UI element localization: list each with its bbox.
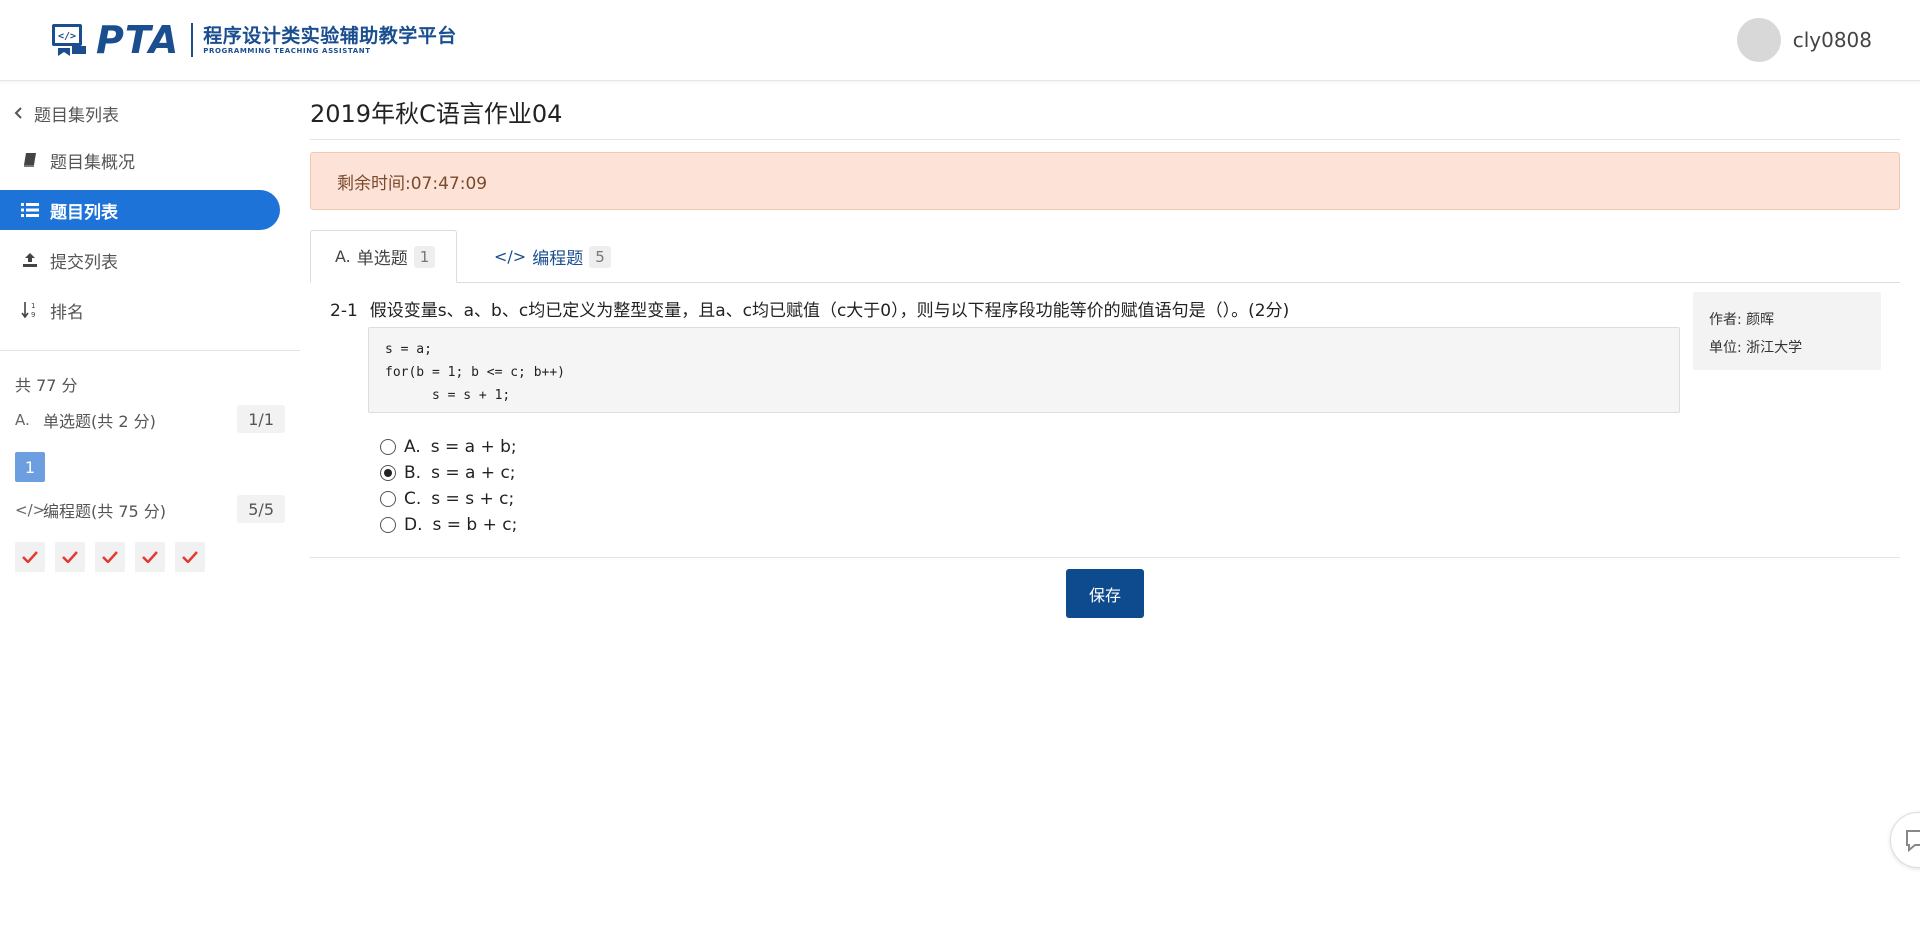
option-letter: D. xyxy=(404,515,423,535)
user-menu[interactable]: cly0808 xyxy=(1736,18,1872,62)
sidebar-item-ranking[interactable]: 1 9 排名 xyxy=(0,290,280,330)
programming-problem-4[interactable] xyxy=(135,542,165,572)
tab-programming[interactable]: </> 编程题 5 xyxy=(480,230,611,283)
logo-wordmark: PTA xyxy=(96,18,180,62)
svg-text:9: 9 xyxy=(31,311,35,319)
code-icon: </> xyxy=(494,247,527,266)
chevron-left-icon xyxy=(14,104,24,123)
logo-divider xyxy=(191,23,194,57)
option-text: s = b + c; xyxy=(432,515,518,535)
single-choice-icon: A. xyxy=(335,247,351,266)
svg-text:1: 1 xyxy=(31,302,35,310)
username[interactable]: cly0808 xyxy=(1793,28,1872,52)
radio-button[interactable] xyxy=(380,491,396,507)
programming-problem-1[interactable] xyxy=(15,542,45,572)
feedback-float-button[interactable] xyxy=(1890,812,1920,868)
category-count: 1/1 xyxy=(237,405,285,433)
author-line: 作者: 颜晖 xyxy=(1709,312,1775,328)
sidebar-item-label: 排名 xyxy=(50,302,84,323)
top-header: </> PTA 程序设计类实验辅助教学平台 PROGRAMMING TEACHI… xyxy=(0,0,1920,81)
back-to-problem-sets[interactable]: 题目集列表 xyxy=(14,98,119,128)
option-c[interactable]: C. s = s + c; xyxy=(380,486,517,512)
logo-subtitle: 程序设计类实验辅助教学平台 PROGRAMMING TEACHING ASSIS… xyxy=(203,25,457,56)
programming-problem-5[interactable] xyxy=(175,542,205,572)
back-label: 题目集列表 xyxy=(34,105,119,126)
sort-icon: 1 9 xyxy=(20,300,40,320)
logo-english-name: PROGRAMMING TEACHING ASSISTANT xyxy=(203,46,371,55)
category-programming: </> 编程题(共 75 分) 5/5 xyxy=(15,495,285,525)
answer-options: A. s = a + b; B. s = a + c; C. s = s + c… xyxy=(380,434,517,538)
question-type-tabs: A. 单选题 1 </> 编程题 5 xyxy=(310,230,1900,283)
radio-button[interactable] xyxy=(380,465,396,481)
upload-icon xyxy=(20,250,40,270)
save-button[interactable]: 保存 xyxy=(1066,569,1144,618)
sidebar-divider xyxy=(0,350,300,351)
option-letter: C. xyxy=(404,489,422,509)
author-info-card: 作者: 颜晖 单位: 浙江大学 xyxy=(1693,292,1881,370)
option-letter: A. xyxy=(404,437,421,457)
page-title: 2019年秋C语言作业04 xyxy=(310,100,563,128)
check-icon xyxy=(102,551,118,563)
question-number: 2-1 xyxy=(330,301,358,321)
sidebar-item-submissions[interactable]: 提交列表 xyxy=(0,240,280,280)
sidebar-item-label: 题目集概况 xyxy=(50,152,135,173)
avatar[interactable] xyxy=(1736,18,1781,62)
option-text: s = a + c; xyxy=(431,463,516,483)
programming-problem-2[interactable] xyxy=(55,542,85,572)
sidebar-item-label: 题目列表 xyxy=(50,202,118,223)
programming-status-list xyxy=(15,542,215,572)
option-text: s = a + b; xyxy=(430,437,517,457)
programming-problem-3[interactable] xyxy=(95,542,125,572)
pta-logo[interactable]: </> PTA 程序设计类实验辅助教学平台 PROGRAMMING TEACHI… xyxy=(50,20,457,60)
list-icon xyxy=(20,200,40,220)
sidebar-item-label: 提交列表 xyxy=(50,252,118,273)
code-monitor-icon: </> xyxy=(50,22,90,58)
content-divider xyxy=(310,557,1900,558)
remaining-time-banner: 剩余时间:07:47:09 xyxy=(310,152,1900,210)
single-choice-icon: A. xyxy=(15,411,30,429)
check-icon xyxy=(142,551,158,563)
category-label: 编程题(共 75 分) xyxy=(43,502,167,521)
tab-badge: 5 xyxy=(589,245,611,268)
check-icon xyxy=(62,551,78,563)
tab-single-choice[interactable]: A. 单选题 1 xyxy=(310,230,457,283)
check-icon xyxy=(22,551,38,563)
total-score: 共 77 分 xyxy=(15,376,78,395)
tab-badge: 1 xyxy=(413,245,436,268)
option-text: s = s + c; xyxy=(431,489,515,509)
unit-line: 单位: 浙江大学 xyxy=(1709,340,1803,356)
radio-button[interactable] xyxy=(380,439,396,455)
category-single-choice: A. 单选题(共 2 分) 1/1 xyxy=(15,405,285,435)
tab-label: 单选题 xyxy=(356,249,408,269)
tab-label: 编程题 xyxy=(532,249,584,269)
option-a[interactable]: A. s = a + b; xyxy=(380,434,517,460)
option-letter: B. xyxy=(404,463,422,483)
code-block: s = a; for(b = 1; b <= c; b++) s = s + 1… xyxy=(368,327,1680,413)
book-icon xyxy=(20,150,40,170)
option-d[interactable]: D. s = b + c; xyxy=(380,512,517,538)
question-prompt: 2-1 假设变量s、a、b、c均已定义为整型变量，且a、c均已赋值（c大于0），则… xyxy=(330,296,1289,321)
option-b[interactable]: B. s = a + c; xyxy=(380,460,517,486)
question-number-button[interactable]: 1 xyxy=(15,452,45,482)
feedback-icon xyxy=(1906,830,1920,853)
radio-button[interactable] xyxy=(380,517,396,533)
sidebar: 题目集列表 题目集概况 题目列表 提交列表 1 9 排名 共 77 分 A. 单… xyxy=(0,82,300,939)
title-divider xyxy=(310,139,1900,140)
category-count: 5/5 xyxy=(237,495,285,523)
svg-text:</>: </> xyxy=(58,31,76,42)
sidebar-item-problem-list[interactable]: 题目列表 xyxy=(0,190,280,230)
code-icon: </> xyxy=(15,501,46,519)
check-icon xyxy=(182,551,198,563)
question-text: 假设变量s、a、b、c均已定义为整型变量，且a、c均已赋值（c大于0），则与以下… xyxy=(369,301,1290,321)
category-label: 单选题(共 2 分) xyxy=(43,412,156,431)
logo-chinese-name: 程序设计类实验辅助教学平台 xyxy=(203,24,457,47)
sidebar-item-overview[interactable]: 题目集概况 xyxy=(0,140,280,180)
